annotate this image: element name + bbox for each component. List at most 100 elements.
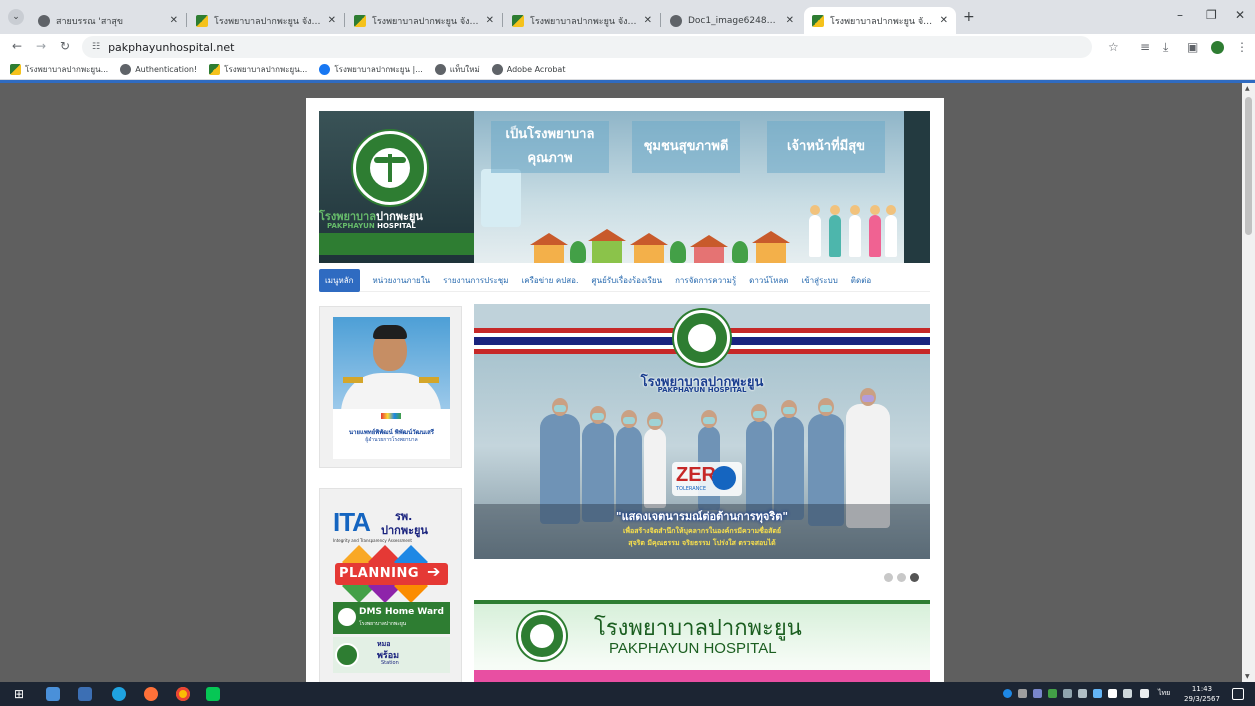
tray-icon[interactable] [1063,689,1072,698]
browser-toolbar: ← → ↻ ☷ pakphayunhospital.net ☆ ≡ ⤓ ▣ ⋮ [0,34,1255,60]
dms-title: DMS Home Ward [359,607,444,617]
file-explorer-icon[interactable] [78,687,92,701]
carousel-dot[interactable] [897,573,906,582]
banner-slogan: เจ้าหน้าที่มีสุข [767,121,885,173]
chrome-icon[interactable] [176,687,190,701]
bookmark-label: แท็บใหม่ [449,65,480,74]
wifi-icon[interactable] [1108,689,1117,698]
doctor-desk-illustration [481,169,521,227]
menu-item-complaints[interactable]: ศูนย์รับเรื่องร้องเรียน [592,274,663,287]
bookmark-item[interactable]: Adobe Acrobat [491,64,566,75]
planning-link[interactable]: PLANNING ➔ [333,545,450,603]
tab-title: โรงพยาบาลปากพะยูน จังหวัดพัทลุง [372,16,480,27]
download-icon[interactable]: ⤓ [1163,40,1168,55]
side-panel-icon[interactable]: ▣ [1187,40,1198,54]
moph-favicon-icon [10,64,21,75]
tray-icon[interactable] [1093,689,1102,698]
line-app-icon[interactable] [206,687,220,701]
windows-start-icon[interactable]: ⊞ [14,687,24,701]
edge-icon[interactable] [112,687,126,701]
tray-icon[interactable] [1018,689,1027,698]
bookmark-item[interactable]: แท็บใหม่ [434,63,480,76]
menu-item-internal-units[interactable]: หน่วยงานภายใน [373,274,431,287]
firefox-icon[interactable] [144,687,158,701]
battery-icon[interactable] [1140,689,1149,698]
bookmark-label: โรงพยาบาลปากพะยูน... [224,65,308,74]
staff-illustration [849,205,861,257]
browser-tab[interactable]: โรงพยาบาลปากพะยูน จังหวัดพัทลุง ✕ [346,7,502,34]
menu-item-knowledge[interactable]: การจัดการความรู้ [675,274,736,287]
scroll-up-icon[interactable]: ▲ [1245,85,1250,92]
restore-button[interactable]: ❐ [1206,8,1217,22]
carousel-caption: "แสดงเจตนารมณ์ต่อต้านการทุจริต" [615,510,789,523]
bookmark-item[interactable]: โรงพยาบาลปากพะยูน... [10,63,108,76]
browser-tab[interactable]: Doc1_image6248_merged.pdf ✕ [662,7,802,34]
menu-item-main[interactable]: เมนูหลัก [319,269,360,292]
task-view-icon[interactable] [46,687,60,701]
menu-item-network[interactable]: เครือข่าย คปสอ. [521,274,578,287]
director-title: ผู้อำนวยการโรงพยาบาล [365,437,418,443]
bookmark-item[interactable]: โรงพยาบาลปากพะยูน... [209,63,307,76]
tray-icon[interactable] [1033,689,1042,698]
tray-icon[interactable] [1048,689,1057,698]
close-window-button[interactable]: ✕ [1235,8,1245,22]
close-icon[interactable]: ✕ [940,15,948,26]
bookmark-item[interactable]: โรงพยาบาลปากพะยูน |... [319,63,423,76]
hospital-banner[interactable]: โรงพยาบาลปากพะยูน PAKPHAYUN HOSPITAL [474,600,930,682]
page-scrollbar[interactable]: ▲ ▼ [1242,83,1255,682]
browser-tab[interactable]: โรงพยาบาลปากพะยูน จังหวัดพัทลุง ✕ [504,7,660,34]
scroll-down-icon[interactable]: ▼ [1245,673,1250,680]
moph-favicon-icon [512,14,524,27]
input-language[interactable]: ไทย [1158,688,1170,699]
dms-home-ward-link[interactable]: DMS Home Ward โรงพยาบาลปากพะยูน [333,602,450,634]
bookmark-label: โรงพยาบาลปากพะยูน... [25,65,109,74]
forward-icon[interactable]: → [36,39,46,53]
notification-icon[interactable] [1232,688,1244,700]
page-viewport: โรงพยาบาลปากพะยูน PAKPHAYUN HOSPITAL เป็… [0,83,1255,682]
tab-search-icon[interactable]: ⌄ [8,9,24,25]
url-text: pakphayunhospital.net [108,40,235,54]
tray-icon[interactable] [1078,689,1087,698]
ita-subtitle: Integrity and Transparency Assessment [333,538,412,543]
menu-item-contact[interactable]: ติดต่อ [851,274,871,287]
moph-emblem-icon [353,131,427,205]
carousel-dot-active[interactable] [910,573,919,582]
close-icon[interactable]: ✕ [786,15,794,26]
browser-tab[interactable]: โรงพยาบาลปากพะยูน จังหวัดพัทลุง ✕ [188,7,344,34]
fist-icon [712,466,736,490]
carousel-dot[interactable] [884,573,893,582]
close-icon[interactable]: ✕ [170,15,178,26]
site-info-icon[interactable]: ☷ [92,42,100,52]
menu-item-download[interactable]: ดาวน์โหลด [749,274,788,287]
reading-list-icon[interactable]: ≡ [1140,40,1150,54]
bookmark-item[interactable]: Authentication! [120,64,197,75]
address-bar[interactable]: ☷ pakphayunhospital.net [82,36,1092,58]
medal-ribbon-icon [381,413,401,419]
menu-item-meeting-reports[interactable]: รายงานการประชุม [443,274,508,287]
mor-prom-station-link[interactable]: หมอ พร้อม Station [333,637,450,673]
windows-taskbar: ⊞ ไทย 11:43 29/3/2567 [0,682,1255,706]
mor-prom-label: Station [381,660,399,666]
browser-tab[interactable]: สายบรรณ 'สาสุข ✕ [30,7,186,34]
close-icon[interactable]: ✕ [486,15,494,26]
bookmark-label: Adobe Acrobat [506,65,566,74]
menu-kebab-icon[interactable]: ⋮ [1236,40,1248,54]
back-icon[interactable]: ← [12,39,22,53]
close-icon[interactable]: ✕ [328,15,336,26]
menu-item-login[interactable]: เข้าสู่ระบบ [801,274,837,287]
info-tray-icon[interactable] [1003,689,1012,698]
speaker-icon[interactable] [1123,689,1132,698]
news-carousel[interactable]: โรงพยาบาลปากพะยูน PAKPHAYUN HOSPITAL ZER… [474,304,930,559]
reload-icon[interactable]: ↻ [60,39,70,53]
new-tab-button[interactable]: + [963,9,975,25]
scrollbar-thumb[interactable] [1245,97,1252,235]
tab-title: โรงพยาบาลปากพะยูน จังหวัดพัทลุง [830,16,934,27]
extension-shield-icon[interactable] [1211,41,1224,54]
close-icon[interactable]: ✕ [644,15,652,26]
bookmark-star-icon[interactable]: ☆ [1108,40,1119,54]
banner-slogan: ชุมชนสุขภาพดี [632,121,740,173]
minimize-button[interactable]: – [1177,8,1183,22]
ita-link[interactable]: ITA รพ. ปากพะยูน Integrity and Transpare… [333,503,450,545]
taskbar-clock[interactable]: 11:43 29/3/2567 [1182,684,1222,704]
browser-tab-active[interactable]: โรงพยาบาลปากพะยูน จังหวัดพัทลุง ✕ [804,7,956,34]
